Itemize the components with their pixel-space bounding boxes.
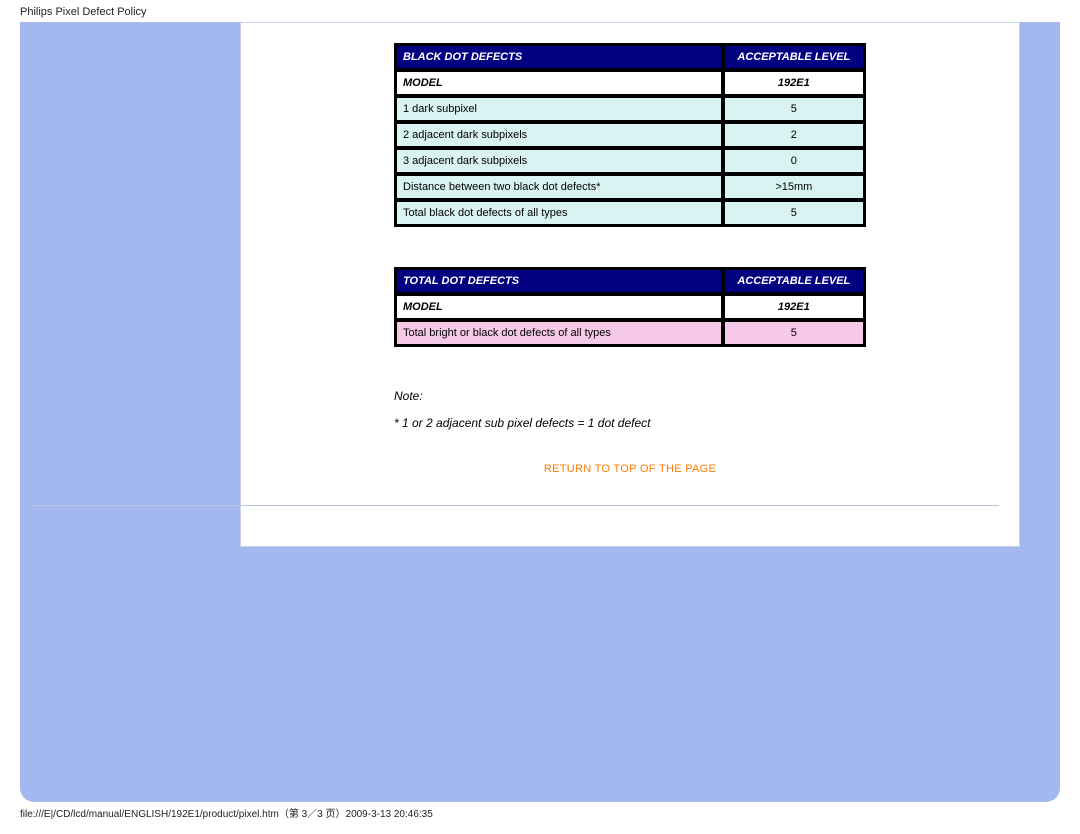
note-block: Note: * 1 or 2 adjacent sub pixel defect… [394, 387, 866, 433]
table-row: 2 adjacent dark subpixels 2 [396, 123, 864, 147]
table-row: Total black dot defects of all types 5 [396, 201, 864, 225]
note-text: * 1 or 2 adjacent sub pixel defects = 1 … [394, 414, 866, 433]
defect-label: 3 adjacent dark subpixels [396, 149, 722, 173]
defect-label: 1 dark subpixel [396, 97, 722, 121]
divider [31, 505, 999, 506]
table-row: 3 adjacent dark subpixels 0 [396, 149, 864, 173]
table-header-row: BLACK DOT DEFECTS ACCEPTABLE LEVEL [396, 45, 864, 69]
model-value-cell: 192E1 [724, 295, 864, 319]
page-title: Philips Pixel Defect Policy [0, 0, 1080, 22]
header-right-cell: ACCEPTABLE LEVEL [724, 45, 864, 69]
model-label-cell: MODEL [396, 71, 722, 95]
defect-label: Distance between two black dot defects* [396, 175, 722, 199]
defect-label: Total bright or black dot defects of all… [396, 321, 722, 345]
total-dot-table: TOTAL DOT DEFECTS ACCEPTABLE LEVEL MODEL… [394, 267, 866, 347]
defect-value: 5 [724, 201, 864, 225]
header-left-cell: BLACK DOT DEFECTS [396, 45, 722, 69]
model-row: MODEL 192E1 [396, 295, 864, 319]
table-row: Total bright or black dot defects of all… [396, 321, 864, 345]
black-dot-table: BLACK DOT DEFECTS ACCEPTABLE LEVEL MODEL… [394, 43, 866, 227]
footer-path: file:///E|/CD/lcd/manual/ENGLISH/192E1/p… [0, 797, 453, 828]
content-panel: BLACK DOT DEFECTS ACCEPTABLE LEVEL MODEL… [240, 22, 1020, 547]
defect-label: Total black dot defects of all types [396, 201, 722, 225]
note-label: Note: [394, 387, 866, 406]
header-right-cell: ACCEPTABLE LEVEL [724, 269, 864, 293]
defect-value: 0 [724, 149, 864, 173]
defect-label: 2 adjacent dark subpixels [396, 123, 722, 147]
defect-value: >15mm [724, 175, 864, 199]
model-row: MODEL 192E1 [396, 71, 864, 95]
defect-value: 2 [724, 123, 864, 147]
background-panel: BLACK DOT DEFECTS ACCEPTABLE LEVEL MODEL… [20, 22, 1060, 802]
table-header-row: TOTAL DOT DEFECTS ACCEPTABLE LEVEL [396, 269, 864, 293]
table-row: 1 dark subpixel 5 [396, 97, 864, 121]
header-left-cell: TOTAL DOT DEFECTS [396, 269, 722, 293]
model-label-cell: MODEL [396, 295, 722, 319]
return-to-top-link[interactable]: RETURN TO TOP OF THE PAGE [271, 463, 989, 475]
table-row: Distance between two black dot defects* … [396, 175, 864, 199]
defect-value: 5 [724, 321, 864, 345]
model-value-cell: 192E1 [724, 71, 864, 95]
defect-value: 5 [724, 97, 864, 121]
